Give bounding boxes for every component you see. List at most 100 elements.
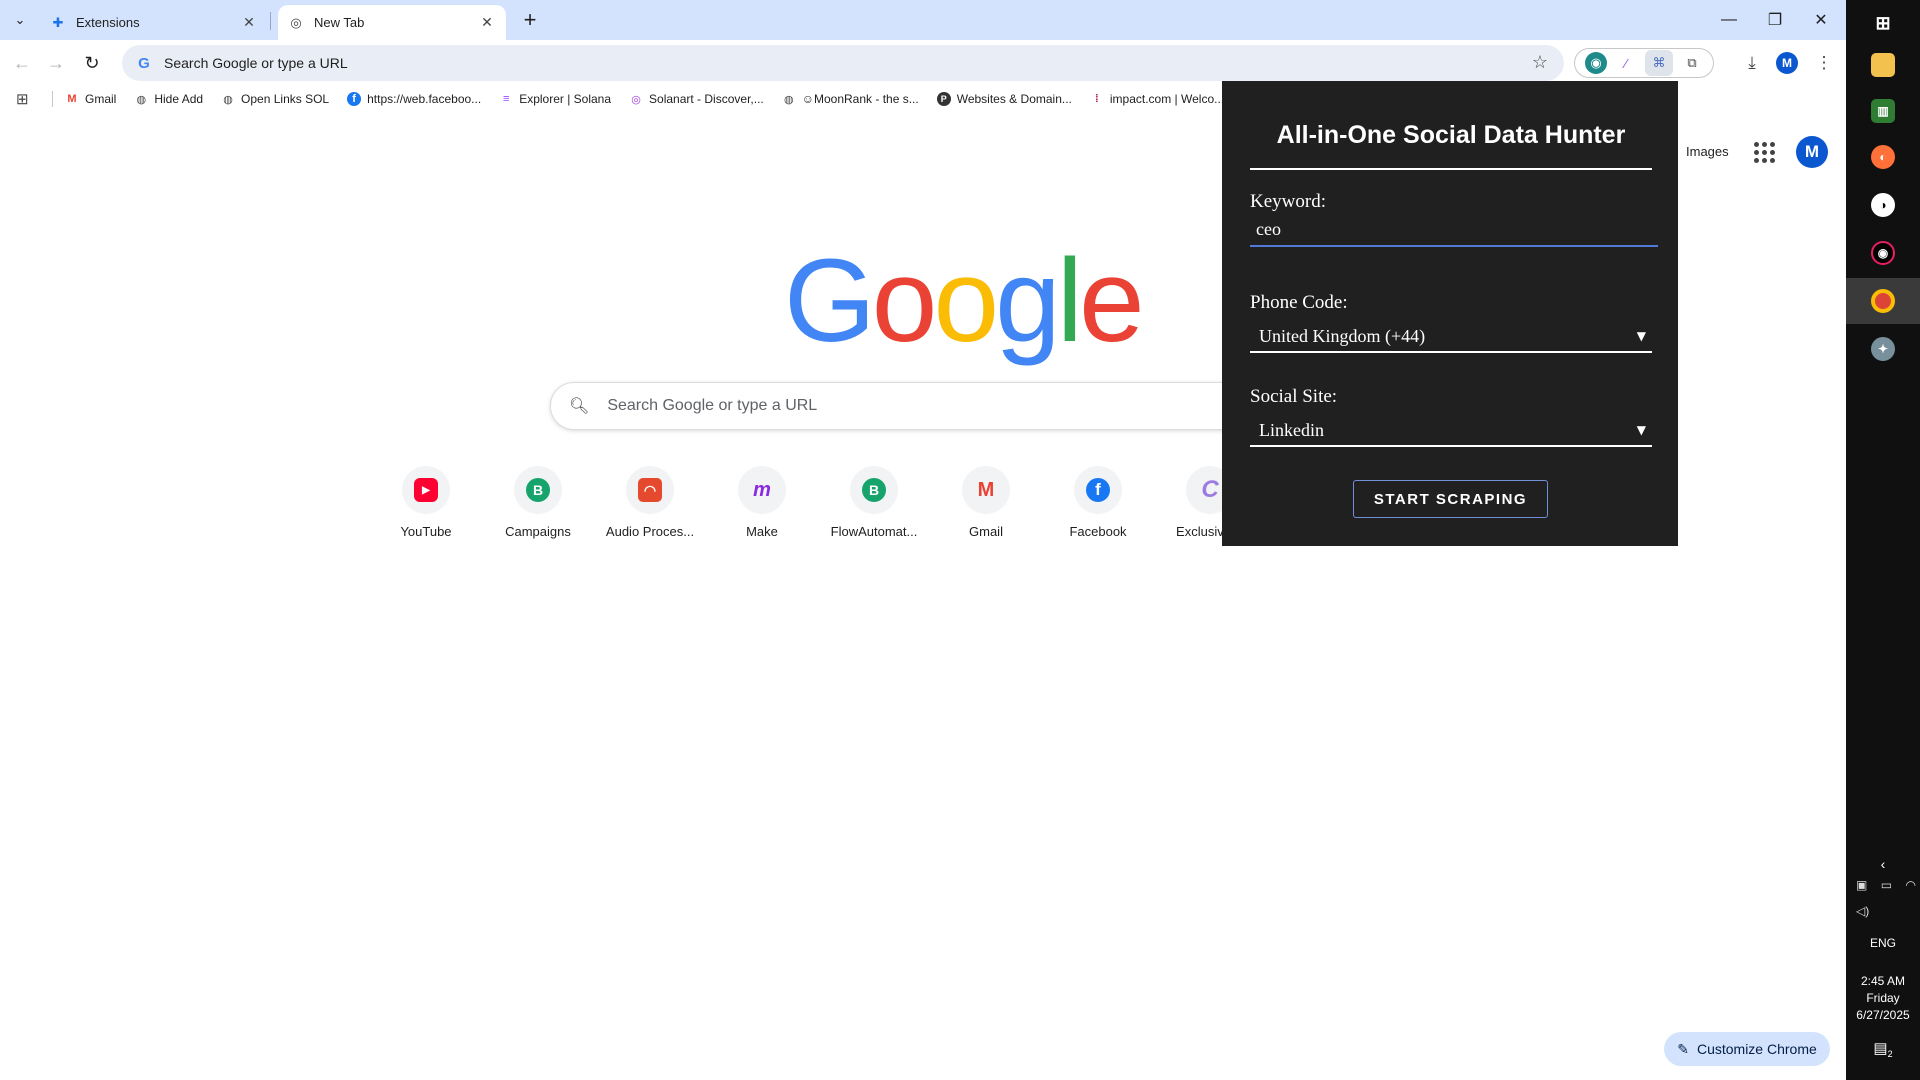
google-apps-icon[interactable] (1752, 140, 1776, 164)
bookmarks-divider (52, 91, 53, 107)
language-indicator[interactable]: ENG (1846, 935, 1920, 952)
minimize-button[interactable]: — (1706, 0, 1752, 40)
address-bar-input[interactable] (164, 55, 1464, 71)
keyword-label: Keyword: (1250, 191, 1326, 212)
make-icon: m (753, 478, 771, 501)
app-icon: ◉ (1871, 241, 1895, 265)
popup-title: All-in-One Social Data Hunter (1276, 121, 1626, 149)
browser-window: ⌄ ✚ Extensions ✕ ◎ New Tab ✕ + — ❐ ✕ ← →… (0, 0, 1846, 1080)
title-divider (1250, 168, 1652, 170)
omnibox[interactable]: G ☆ (122, 45, 1564, 81)
facebook-icon: f (1086, 478, 1110, 502)
keyword-input[interactable] (1250, 213, 1658, 247)
battery-icon[interactable]: ▭ (1881, 878, 1892, 892)
app-icon: ◑ (1871, 193, 1895, 217)
tray-icons: ▣ ▭ ◠ (1856, 878, 1916, 892)
campaigns-icon: B (526, 478, 550, 502)
shortcut-facebook[interactable]: f Facebook (1042, 466, 1154, 539)
account-avatar[interactable]: M (1796, 136, 1828, 168)
audio-icon: ◠ (638, 478, 662, 502)
volume-icon[interactable]: ◁) (1846, 903, 1920, 920)
reload-button[interactable]: ↻ (80, 51, 104, 75)
gmail-icon: M (977, 478, 995, 501)
shortcut-make[interactable]: m Make (706, 466, 818, 539)
shortcut-youtube[interactable]: ▶ YouTube (370, 466, 482, 539)
pencil-icon: ✎ (1677, 1040, 1689, 1057)
globe-extension-icon[interactable]: ◉ (1585, 52, 1607, 74)
chevron-down-icon: ▼ (1636, 329, 1646, 343)
kebab-menu-icon[interactable]: ⋮ (1812, 51, 1836, 75)
exclusive-icon: C (1201, 476, 1219, 503)
phone-code-select[interactable]: United Kingdom (+44) ▼ (1250, 321, 1652, 353)
bookmark-moonrank[interactable]: ◍ ☺MoonRank - the s... (782, 92, 919, 106)
start-button[interactable]: ⊞ (1846, 0, 1920, 46)
tray-chevron-icon[interactable]: ‹ (1846, 856, 1920, 873)
taskbar-app-1[interactable]: ◑ (1846, 182, 1920, 228)
taskbar-file-explorer[interactable] (1846, 42, 1920, 88)
bookmark-gmail[interactable]: M Gmail (65, 92, 116, 106)
taskbar-chrome[interactable] (1846, 278, 1920, 324)
social-hunter-extension-icon[interactable]: ⌘ (1645, 50, 1673, 76)
pen-extension-icon[interactable]: ⁄ (1615, 52, 1637, 74)
taskbar-app-2[interactable]: ◉ (1846, 230, 1920, 276)
shortcut-flowautomation[interactable]: B FlowAutomat... (818, 466, 930, 539)
new-tab-button[interactable]: + (517, 8, 543, 34)
gmail-icon: M (67, 93, 77, 105)
shortcut-gmail[interactable]: M Gmail (930, 466, 1042, 539)
close-window-button[interactable]: ✕ (1798, 0, 1844, 40)
social-site-select[interactable]: Linkedin ▼ (1250, 415, 1652, 447)
phone-code-label: Phone Code: (1250, 292, 1348, 313)
bookmark-open-links-sol[interactable]: ◍ Open Links SOL (221, 92, 329, 106)
shortcut-campaigns[interactable]: B Campaigns (482, 466, 594, 539)
taskbar-sheets[interactable]: ▥ (1846, 88, 1920, 134)
ntp-search-box[interactable]: 🔍︎ (550, 382, 1250, 430)
restore-button[interactable]: ❐ (1752, 0, 1798, 40)
folder-icon (1871, 53, 1895, 77)
tab-close-icon[interactable]: ✕ (478, 14, 496, 32)
search-icon: 🔍︎ (569, 398, 590, 415)
bookmark-hide-add[interactable]: ◍ Hide Add (134, 92, 204, 106)
social-data-hunter-popup: All-in-One Social Data Hunter Keyword: P… (1222, 81, 1678, 546)
bookmark-solana-explorer[interactable]: ≡ Explorer | Solana (499, 92, 611, 106)
bookmark-facebook[interactable]: f https://web.faceboo... (347, 92, 481, 106)
taskbar-app-3[interactable]: ✦ (1846, 326, 1920, 372)
back-button[interactable]: ← (10, 51, 34, 75)
tab-close-icon[interactable]: ✕ (240, 14, 258, 32)
clock-day[interactable]: Friday (1846, 990, 1920, 1007)
bookmark-solanart[interactable]: ◎ Solanart - Discover,... (629, 92, 764, 106)
extensions-puzzle-icon[interactable]: ⧉ (1681, 52, 1703, 74)
images-link[interactable]: Images (1686, 144, 1729, 159)
apps-grid-icon[interactable]: ⊞ (16, 90, 36, 108)
tab-search-chevron-icon[interactable]: ⌄ (8, 8, 32, 32)
chrome-icon (1871, 289, 1895, 313)
network-icon[interactable]: ▣ (1856, 878, 1867, 892)
download-icon[interactable]: ⤓ (1740, 51, 1764, 75)
tab-extensions[interactable]: ✚ Extensions ✕ (40, 5, 268, 40)
start-scraping-button[interactable]: START SCRAPING (1353, 480, 1548, 518)
windows-taskbar: ⊞ ▥ ◐ ◑ ◉ ✦ ‹ ▣ ▭ ◠ ◁) ENG 2:45 AM Frida… (1846, 0, 1920, 1080)
solana-icon: ≡ (502, 93, 510, 105)
bookmark-impact[interactable]: ⁞ impact.com | Welco... (1090, 92, 1224, 106)
ntp-search-input[interactable] (607, 397, 1108, 415)
toolbar: ← → ↻ G ☆ ◉ ⁄ ⌘ ⧉ ⤓ M ⋮ (0, 40, 1846, 86)
chrome-icon: ◎ (290, 14, 302, 30)
customize-chrome-button[interactable]: ✎ Customize Chrome (1664, 1032, 1830, 1066)
tab-new-tab[interactable]: ◎ New Tab ✕ (278, 5, 506, 40)
notification-center-icon[interactable]: ▤2 (1846, 1040, 1920, 1063)
globe-icon: ◍ (136, 93, 147, 106)
shortcut-audio-processing[interactable]: ◠ Audio Proces... (594, 466, 706, 539)
clock-time[interactable]: 2:45 AM (1846, 973, 1920, 990)
taskbar-firefox[interactable]: ◐ (1846, 134, 1920, 180)
bookmark-websites-domains[interactable]: P Websites & Domain... (936, 92, 1072, 106)
puzzle-icon: ✚ (52, 14, 64, 30)
bookmark-star-icon[interactable]: ☆ (1532, 52, 1548, 73)
flow-icon: B (862, 478, 886, 502)
social-site-label: Social Site: (1250, 386, 1338, 407)
wifi-icon[interactable]: ◠ (1906, 878, 1916, 892)
forward-button[interactable]: → (44, 51, 68, 75)
globe-icon: ◍ (223, 93, 233, 106)
solanart-icon: ◎ (631, 93, 641, 106)
clock-date[interactable]: 6/27/2025 (1846, 1007, 1920, 1024)
profile-avatar[interactable]: M (1776, 52, 1798, 74)
tab-strip: ⌄ ✚ Extensions ✕ ◎ New Tab ✕ + — ❐ ✕ (0, 0, 1846, 40)
